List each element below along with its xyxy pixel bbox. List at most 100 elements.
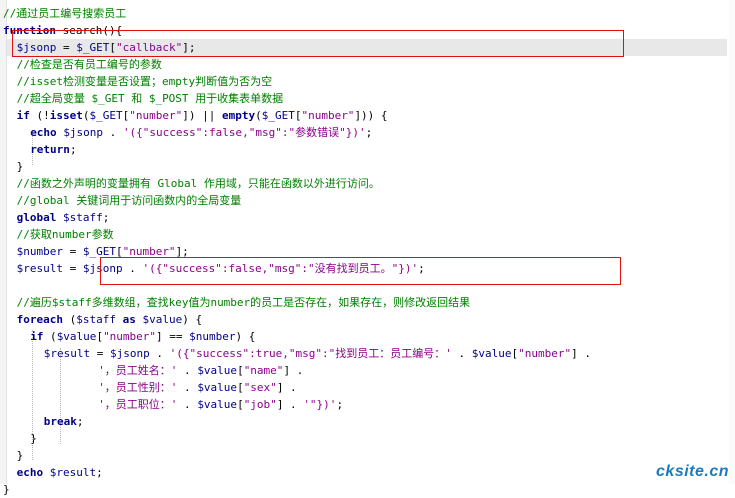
code-token: echo bbox=[30, 126, 57, 139]
editor-scrollbar[interactable] bbox=[729, 0, 735, 484]
code-token: ; bbox=[76, 415, 84, 428]
code-token: . bbox=[149, 347, 170, 360]
code-token: $result bbox=[43, 347, 91, 360]
code-token: $value bbox=[197, 381, 238, 394]
code-token: $_GET bbox=[89, 109, 123, 122]
code-token: '，员工性别：' bbox=[98, 381, 178, 394]
code-token: $number bbox=[189, 330, 236, 343]
code-line: '，员工性别：' . $value["sex"] . bbox=[0, 379, 297, 396]
code-token: $value bbox=[197, 364, 238, 377]
code-line: return; bbox=[0, 141, 77, 158]
code-token: '({"success":false,"msg":"没有找到员工。"})' bbox=[142, 262, 419, 275]
code-line: if ($value["number"] == $number) { bbox=[0, 328, 255, 345]
code-token: ) { bbox=[182, 313, 203, 326]
code-token: = bbox=[62, 245, 83, 258]
code-token: //isset检测变量是否设置；empty判断值为否为空 bbox=[16, 75, 273, 88]
code-token: $jsonp bbox=[63, 126, 104, 139]
code-token: [ bbox=[115, 245, 123, 258]
code-token: ; bbox=[102, 211, 110, 224]
code-token: ; bbox=[96, 466, 103, 479]
code-token: $value bbox=[142, 313, 183, 326]
code-token: "number" bbox=[518, 347, 572, 360]
code-token: isset bbox=[49, 109, 83, 122]
code-token: [ bbox=[237, 381, 244, 394]
code-line: if (!isset($_GET["number"]) || empty($_G… bbox=[0, 107, 388, 124]
code-line: $result = $jsonp . '({"success":false,"m… bbox=[0, 260, 425, 277]
code-token: . bbox=[103, 126, 123, 139]
code-token: ]) || bbox=[182, 109, 222, 122]
code-token: "sex" bbox=[243, 381, 277, 394]
code-token: $jsonp bbox=[82, 262, 123, 275]
code-token: $jsonp bbox=[110, 347, 150, 360]
code-token: '({"success":false,"msg":"参数错误"})' bbox=[122, 126, 366, 139]
code-token: ] . bbox=[276, 381, 297, 394]
code-token: global bbox=[16, 211, 57, 224]
code-token: } bbox=[30, 432, 37, 445]
code-line: //遍历$staff多维数组，查找key值为number的员工是否存在，如果存在… bbox=[0, 294, 471, 311]
code-line: $jsonp = $_GET["callback"]; bbox=[7, 39, 727, 56]
code-token: return bbox=[30, 143, 70, 156]
code-token: [ bbox=[237, 398, 244, 411]
code-token: $staff bbox=[62, 211, 103, 224]
code-line: echo $result; bbox=[0, 464, 103, 481]
code-token: //global 关键词用于访问函数内的全局变量 bbox=[16, 194, 242, 207]
code-token: echo bbox=[16, 466, 44, 479]
code-token: ; bbox=[69, 143, 77, 156]
code-line: //检查是否有员工编号的参数 bbox=[0, 56, 162, 73]
code-token: ; bbox=[365, 126, 373, 139]
code-token: ) { bbox=[235, 330, 256, 343]
code-token: "number" bbox=[122, 245, 176, 258]
code-token: '"})' bbox=[303, 398, 337, 411]
code-token: function bbox=[3, 24, 56, 37]
code-token: $_GET bbox=[82, 245, 116, 258]
code-token: "callback" bbox=[115, 41, 183, 54]
code-token: $_GET bbox=[261, 109, 295, 122]
code-token: $number bbox=[16, 245, 63, 258]
code-token: $_GET bbox=[76, 41, 110, 54]
code-line: //isset检测变量是否设置；empty判断值为否为空 bbox=[0, 73, 272, 90]
code-token: ; bbox=[336, 398, 344, 411]
code-token: search(){ bbox=[55, 24, 123, 37]
code-token: ] . bbox=[571, 347, 591, 360]
code-token: ( bbox=[62, 313, 77, 326]
code-token: . bbox=[122, 262, 143, 275]
code-token: ]; bbox=[175, 245, 189, 258]
code-token: $staff bbox=[76, 313, 116, 326]
code-token: ] . bbox=[276, 398, 304, 411]
code-line: break; bbox=[0, 413, 84, 430]
code-token: $jsonp bbox=[16, 41, 57, 54]
code-token: } bbox=[3, 483, 10, 496]
code-token: empty bbox=[221, 109, 256, 122]
code-token: //遍历$staff多维数组，查找key值为number的员工是否存在，如果存在… bbox=[16, 296, 471, 309]
code-line: $result = $jsonp . '({"success":true,"ms… bbox=[0, 345, 591, 362]
code-line: //global 关键词用于访问函数内的全局变量 bbox=[0, 192, 242, 209]
code-token: '({"success":true,"msg":"找到员工：员工编号：' bbox=[169, 347, 452, 360]
code-token: //超全局变量 $_GET 和 $_POST 用于收集表单数据 bbox=[16, 92, 284, 105]
code-token: [ bbox=[109, 41, 116, 54]
code-token: //函数之外声明的变量拥有 Global 作用域，只能在函数以外进行访问。 bbox=[16, 177, 380, 190]
code-token: "number" bbox=[103, 330, 157, 343]
code-line: echo $jsonp . '({"success":false,"msg":"… bbox=[0, 124, 372, 141]
code-token: . bbox=[177, 364, 198, 377]
code-token: $value bbox=[197, 398, 238, 411]
code-token: //检查是否有员工编号的参数 bbox=[16, 58, 162, 71]
code-line: //超全局变量 $_GET 和 $_POST 用于收集表单数据 bbox=[0, 90, 284, 107]
code-editor[interactable]: //通过员工编号搜索员工 function search(){$jsonp = $… bbox=[0, 0, 735, 496]
code-line: //获取number参数 bbox=[0, 226, 114, 243]
code-token: ]; bbox=[182, 41, 196, 54]
code-token: ( bbox=[255, 109, 262, 122]
code-line: function search(){ bbox=[0, 22, 122, 39]
code-token: $result bbox=[16, 262, 63, 275]
code-token: $value bbox=[471, 347, 512, 360]
code-token: if bbox=[30, 330, 44, 343]
code-token: $result bbox=[49, 466, 97, 479]
code-token: . bbox=[177, 381, 198, 394]
code-token: foreach bbox=[16, 313, 63, 326]
code-line: '，员工姓名：' . $value["name"] . bbox=[0, 362, 303, 379]
code-token: ; bbox=[418, 262, 425, 275]
code-token: } bbox=[16, 160, 24, 173]
code-token: ] . bbox=[283, 364, 304, 377]
